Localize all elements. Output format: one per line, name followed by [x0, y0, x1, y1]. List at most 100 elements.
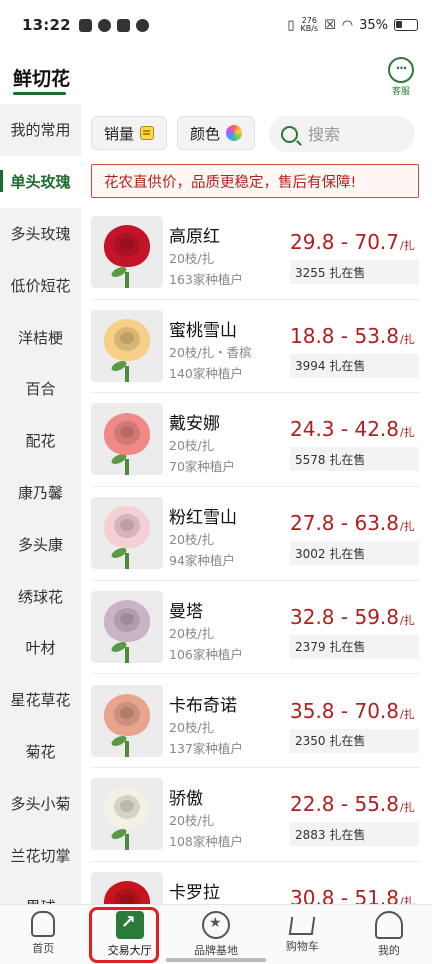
sidebar-item[interactable]: 星花草花 — [0, 674, 81, 726]
product-card[interactable]: 戴安娜 20枝/扎 70家种植户 24.3 - 42.8/扎 5578 扎在售 — [81, 393, 432, 488]
product-card[interactable]: 卡布奇诺 20枝/扎 137家种植户 35.8 - 70.8/扎 2350 扎在售 — [81, 675, 432, 769]
product-name: 粉红雪山 — [169, 508, 237, 529]
product-spec: 20枝/扎・香槟 — [169, 344, 252, 360]
product-card[interactable]: 高原红 20枝/扎 163家种植户 29.8 - 70.7/扎 3255 扎在售 — [81, 206, 432, 300]
stock-count: 5578 扎在售 — [290, 447, 419, 472]
product-image — [91, 309, 163, 382]
rose-bloom — [104, 318, 150, 361]
sidebar-item[interactable]: 低价短花 — [0, 259, 81, 311]
product-image — [91, 778, 163, 851]
product-card[interactable]: 蜜桃雪山 20枝/扎・香槟 140家种植户 18.8 - 53.8/扎 3994 扎在售 — [81, 300, 432, 394]
sidebar-item[interactable]: 叶材 — [0, 622, 81, 674]
rose-bloom — [104, 412, 150, 455]
rose-stem — [125, 272, 129, 288]
cart-icon — [289, 917, 316, 935]
product-name: 骄傲 — [169, 789, 203, 810]
price-range: 22.8 - 55.8 — [290, 792, 399, 817]
product-price: 29.8 - 70.7/扎 — [290, 230, 415, 254]
price-unit: /扎 — [400, 332, 415, 346]
color-filter-button[interactable]: 颜色 — [177, 116, 256, 150]
product-card[interactable]: 骄傲 20枝/扎 108家种植户 22.8 - 55.8/扎 2883 扎在售 — [81, 768, 432, 862]
rose-bloom — [104, 881, 150, 904]
sidebar-item[interactable]: 兰花切掌 — [0, 829, 81, 881]
search-box[interactable] — [269, 116, 416, 152]
price-unit: /扎 — [400, 426, 415, 440]
product-spec: 20枝/扎 — [169, 251, 215, 266]
price-unit: /扎 — [400, 520, 415, 534]
price-range: 30.8 - 51.8 — [290, 885, 399, 904]
product-price: 24.3 - 42.8/扎 — [290, 417, 415, 441]
sidebar-item[interactable]: 百合 — [0, 363, 81, 415]
rose-stem — [125, 365, 129, 382]
product-price: 27.8 - 63.8/扎 — [290, 511, 415, 535]
product-growers: 137家种植户 — [169, 740, 243, 756]
page-header: 鲜切花 客服 — [0, 50, 432, 100]
net-speed: 276 KB/s — [300, 16, 319, 33]
rose-bloom — [104, 225, 150, 268]
price-range: 24.3 - 42.8 — [290, 417, 399, 442]
product-growers: 163家种植户 — [169, 272, 243, 287]
status-bar: 13:22 ▯ 276 KB/s ☒ ◠ 35% — [0, 0, 432, 50]
sidebar-item[interactable]: 绣球花 — [0, 570, 81, 622]
sidebar-item[interactable]: 康乃馨 — [0, 467, 81, 519]
sidebar-item[interactable]: 菊花 — [0, 726, 81, 778]
product-growers: 140家种植户 — [169, 365, 243, 381]
color-filter-label: 颜色 — [190, 124, 221, 143]
nav-tab[interactable]: 我的 — [346, 905, 432, 964]
sidebar-item[interactable]: 配花 — [0, 415, 81, 467]
swirl-app-icon — [97, 18, 111, 32]
wechat-icon — [135, 18, 149, 32]
stock-count: 3002 扎在售 — [290, 541, 419, 566]
product-price: 35.8 - 70.8/扎 — [290, 699, 415, 723]
sales-list-icon — [140, 126, 155, 140]
product-image — [91, 497, 163, 570]
product-spec: 20枝/扎 — [169, 532, 215, 548]
customer-service-button[interactable]: 客服 — [386, 57, 416, 97]
stock-count: 2379 扎在售 — [290, 634, 419, 659]
product-image — [91, 684, 163, 757]
battery-percent: 35% — [359, 17, 388, 33]
system-indicators: ▯ 276 KB/s ☒ ◠ 35% — [287, 17, 418, 33]
product-name: 高原红 — [169, 227, 220, 247]
battery-icon — [394, 19, 418, 31]
sidebar-item[interactable]: 单头玫瑰 — [0, 155, 81, 208]
nav-tab[interactable]: 购物车 — [259, 905, 345, 964]
sidebar-item[interactable]: 多头玫瑰 — [0, 208, 81, 260]
customer-service-label: 客服 — [391, 87, 410, 97]
search-input[interactable] — [308, 124, 399, 144]
stock-count: 2350 扎在售 — [290, 728, 419, 753]
nav-tab-label: 品牌基地 — [194, 944, 239, 957]
filter-bar: 销量 颜色 — [91, 116, 423, 152]
sidebar-item[interactable]: 多头小菊 — [0, 777, 81, 829]
product-list: 高原红 20枝/扎 163家种植户 29.8 - 70.7/扎 3255 扎在售 蜜桃雪山… — [81, 206, 432, 904]
product-name: 曼塔 — [169, 601, 203, 622]
product-card[interactable]: 曼塔 20枝/扎 106家种植户 32.8 - 59.8/扎 2379 扎在售 — [81, 581, 432, 675]
notification-icons — [78, 18, 149, 32]
status-time: 13:22 — [22, 16, 71, 34]
sidebar-item[interactable]: 我的常用 — [0, 104, 81, 156]
product-image — [91, 590, 163, 663]
nav-tab[interactable]: 品牌基地 — [173, 905, 259, 964]
product-price: 22.8 - 55.8/扎 — [290, 792, 415, 816]
sales-sort-label: 销量 — [104, 124, 135, 143]
category-sidebar: 我的常用 单头玫瑰 多头玫瑰 低价短花 洋桔梗 百合 配花 康乃馨 多头康 绣球花 叶材 星花草花 菊花… — [0, 104, 81, 916]
product-card[interactable]: 粉红雪山 20枝/扎 94家种植户 27.8 - 63.8/扎 3002 扎在售 — [81, 487, 432, 581]
product-name: 蜜桃雪山 — [169, 320, 237, 341]
sidebar-item[interactable]: 多头康 — [0, 518, 81, 570]
product-spec: 20枝/扎 — [169, 719, 215, 735]
bottom-nav: 首页交易大厅品牌基地购物车我的 — [0, 904, 432, 964]
rose-stem — [125, 553, 129, 570]
product-price: 32.8 - 59.8/扎 — [290, 605, 415, 629]
product-price: 18.8 - 53.8/扎 — [290, 324, 415, 348]
product-spec: 20枝/扎 — [169, 813, 215, 829]
color-wheel-icon — [226, 125, 243, 141]
nav-tab[interactable]: 首页 — [0, 905, 86, 964]
headset-icon — [388, 57, 414, 83]
product-card[interactable]: 卡罗拉20枝/扎30.8 - 51.8/扎 — [81, 862, 432, 904]
vibrate-icon: ▯ — [287, 17, 295, 33]
sales-sort-button[interactable]: 销量 — [91, 116, 168, 150]
product-image — [91, 871, 163, 904]
sidebar-item[interactable]: 洋桔梗 — [0, 311, 81, 363]
product-image — [91, 403, 163, 476]
price-range: 35.8 - 70.8 — [290, 698, 399, 723]
